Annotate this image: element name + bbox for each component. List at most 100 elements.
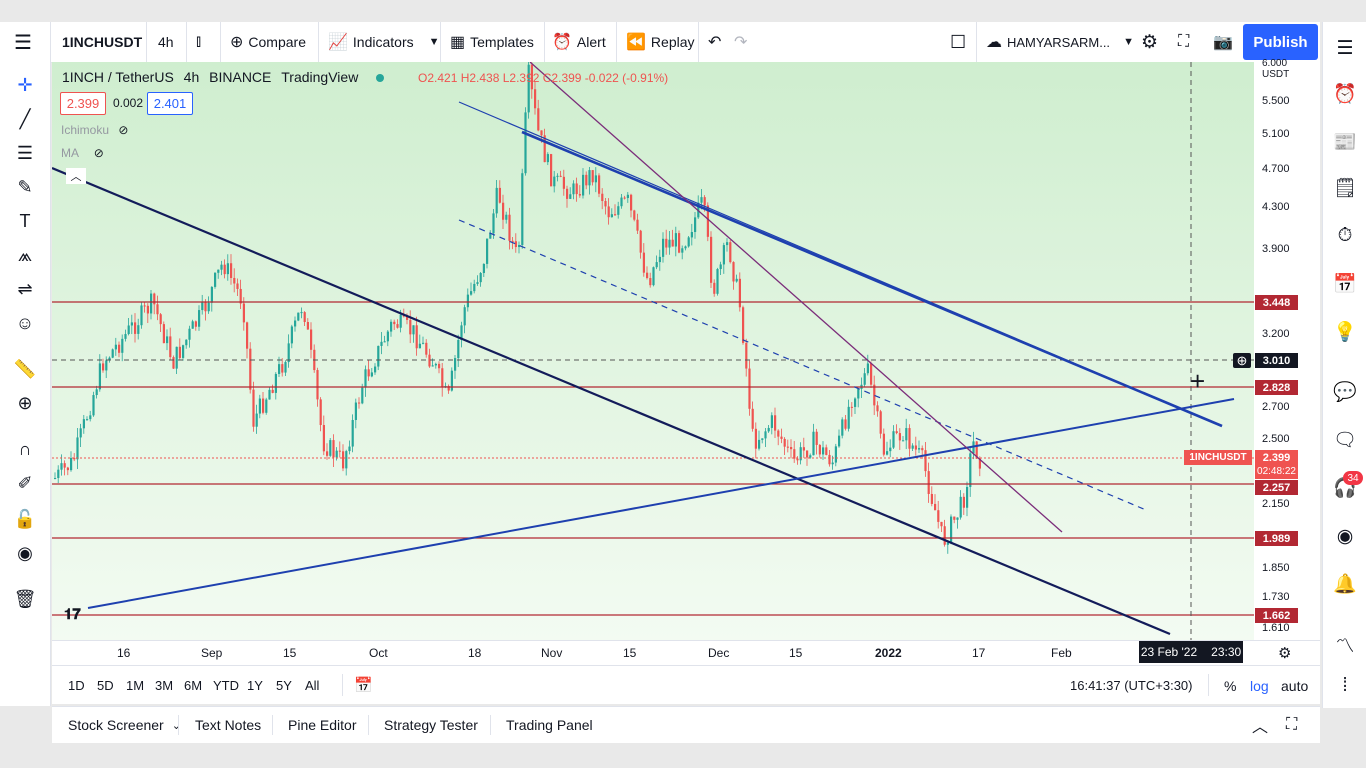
time-tick: 15 (789, 646, 803, 660)
fullscreen-button[interactable]: ⛶ (1178, 22, 1189, 62)
level-label-1989: 1.989 (1255, 531, 1298, 546)
range-button[interactable]: 1M (126, 678, 144, 693)
text-tool[interactable]: T (0, 206, 50, 236)
eye-off-icon[interactable]: ⊘ (118, 123, 128, 137)
menu-icon[interactable]: ☰ (14, 22, 32, 62)
lock-tool[interactable]: 🔓 (0, 504, 50, 534)
redo-button[interactable]: ↷ (734, 22, 747, 62)
tab-stock-screener[interactable]: Stock Screener ⌄ (68, 707, 181, 743)
range-button[interactable]: All (305, 678, 319, 693)
candle-body (361, 387, 364, 404)
symbol-search-button[interactable]: 1INCHUSDT (62, 22, 142, 62)
range-button[interactable]: 6M (184, 678, 202, 693)
pattern-tool[interactable]: ⩕ (0, 240, 50, 270)
clock-timezone[interactable]: 16:41:37 (UTC+3:30) (1070, 678, 1192, 693)
candle-body (239, 288, 242, 304)
news-button[interactable]: 📰 (1323, 126, 1366, 158)
trend-line-tool[interactable]: ╱ (0, 104, 50, 134)
candle-body (642, 252, 645, 273)
prediction-tool[interactable]: ⇌ (0, 274, 50, 304)
layout-name-button[interactable]: ☁ HAMYARSARM... ▼ (986, 22, 1134, 62)
remove-drawings-tool[interactable]: 🗑 (0, 584, 50, 614)
log-scale-toggle[interactable]: log (1250, 678, 1269, 694)
collapse-legend-chevron-icon[interactable]: ︿ (66, 168, 86, 184)
broadcast-button[interactable]: ◉ (1323, 520, 1366, 552)
fib-tool[interactable]: ☰ (0, 138, 50, 168)
candle-body (502, 202, 505, 220)
maximize-panel-icon[interactable]: ⛶ (1286, 707, 1297, 743)
publish-button[interactable]: Publish (1243, 24, 1318, 60)
time-tick: 17 (972, 646, 986, 660)
templates-button[interactable]: ▦ Templates (450, 22, 534, 62)
indicator-ichimoku[interactable]: Ichimoku ⊘ (61, 123, 128, 137)
tab-label: Trading Panel (506, 717, 593, 733)
price-chart[interactable] (52, 62, 1320, 640)
trading-button[interactable]: 〽 (1323, 628, 1366, 660)
brush-tool[interactable]: ✎ (0, 172, 50, 202)
range-button[interactable]: 5D (97, 678, 114, 693)
data-window-button[interactable]: 🗒 (1323, 172, 1366, 204)
chats-button[interactable]: 💬 (1323, 376, 1366, 408)
ruler-tool[interactable]: 📏 (0, 354, 50, 384)
price-tick: 1.610 (1262, 622, 1290, 634)
add-alert-plus-icon[interactable]: ⊕ (1233, 353, 1251, 368)
candle-body (559, 175, 562, 177)
chart-type-button[interactable]: ⫾ (196, 22, 201, 62)
eye-off-icon[interactable]: ⊘ (94, 146, 104, 160)
indicators-button[interactable]: 📈 Indicators ▼ (328, 22, 440, 62)
calendar-button[interactable]: 📅 (1323, 268, 1366, 300)
percent-scale-toggle[interactable]: % (1224, 678, 1236, 694)
tab-strategy-tester[interactable]: Strategy Tester (384, 707, 478, 743)
tab-pine-editor[interactable]: Pine Editor (288, 707, 356, 743)
go-to-date-calendar-icon[interactable]: 📅 (354, 676, 373, 694)
sell-button[interactable]: 2.399 (60, 92, 106, 115)
hotlists-button[interactable]: ⏱ (1323, 220, 1366, 252)
range-button[interactable]: 5Y (276, 678, 292, 693)
bell-button[interactable]: 🔔 (1323, 568, 1366, 600)
alerts-button[interactable]: ⏰ (1323, 78, 1366, 110)
time-tick: 2022 (875, 646, 902, 660)
collapse-panel-chevron-icon[interactable]: ︿ (1252, 707, 1268, 743)
price-scale[interactable]: 6.000 USDT 5.500 5.100 4.700 4.300 3.900 3.20… (1254, 58, 1320, 640)
candle-body (604, 201, 607, 207)
magnet-tool[interactable]: ∩ (0, 434, 50, 464)
range-button[interactable]: YTD (213, 678, 239, 693)
range-button[interactable]: 1Y (247, 678, 263, 693)
candle-body (390, 321, 393, 332)
icons-tool[interactable]: ☺ (0, 308, 50, 338)
time-scale[interactable]: 16 Sep 15 Oct 18 Nov 15 Dec 15 2022 17 Feb ⚙ (52, 640, 1320, 665)
replay-button[interactable]: ⏪ Replay (626, 22, 695, 62)
candle-body (572, 183, 575, 195)
interval-button[interactable]: 4h (158, 22, 174, 62)
layout-select-button[interactable]: ☐ (950, 22, 966, 62)
snapshot-button[interactable]: 📷 (1213, 22, 1233, 62)
candle-body (764, 431, 767, 439)
tab-trading-panel[interactable]: Trading Panel (506, 707, 593, 743)
undo-button[interactable]: ↶ (708, 22, 721, 62)
indicator-ma[interactable]: MA ⊘ (61, 146, 104, 160)
compare-button[interactable]: ⊕ Compare (230, 22, 306, 62)
help-button[interactable]: ⁞ (1323, 670, 1366, 702)
streams-button[interactable]: 🗨 (1323, 424, 1366, 456)
hide-drawings-tool[interactable]: ◉ (0, 538, 50, 568)
candle-body (770, 415, 773, 428)
settings-button[interactable]: ⚙ (1141, 22, 1158, 62)
buy-button[interactable]: 2.401 (147, 92, 193, 115)
range-button[interactable]: 3M (155, 678, 173, 693)
candle-body (825, 447, 828, 455)
candle-body (809, 455, 812, 458)
candle-body (201, 302, 204, 311)
ideas-button[interactable]: 💡 (1323, 316, 1366, 348)
alert-button[interactable]: ⏰ Alert (552, 22, 606, 62)
tab-text-notes[interactable]: Text Notes (195, 707, 261, 743)
range-button[interactable]: 1D (68, 678, 85, 693)
candle-body (847, 406, 850, 429)
watchlist-button[interactable]: ☰ (1323, 32, 1366, 64)
zoom-tool[interactable]: ⊕ (0, 388, 50, 418)
stay-drawing-tool[interactable]: ✐ (0, 468, 50, 498)
crosshair-tool[interactable]: ✛ (0, 70, 50, 100)
candle-body (127, 325, 130, 335)
candle-body (553, 176, 556, 187)
chart-settings-gear-icon[interactable]: ⚙ (1278, 644, 1291, 662)
auto-scale-toggle[interactable]: auto (1281, 678, 1308, 694)
